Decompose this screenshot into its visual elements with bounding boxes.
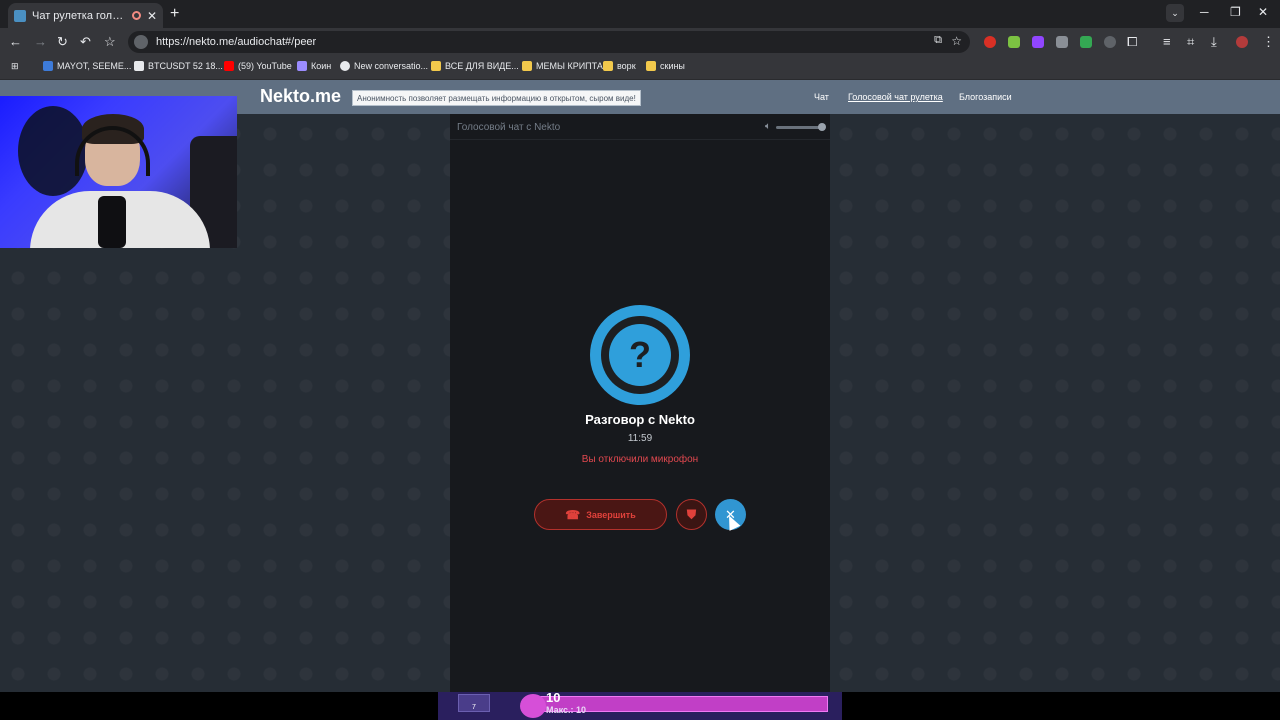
extension-twitch-icon[interactable] (1032, 36, 1044, 48)
bookmark-folder[interactable]: МЕМЫ КРИПТА (522, 61, 603, 71)
panel-title: Голосовой чат с Nekto (457, 122, 561, 133)
reload-icon[interactable]: ↻ (57, 34, 68, 50)
volume-icon[interactable]: 🔈︎ (765, 121, 771, 132)
folder-icon (603, 61, 613, 71)
volume-slider[interactable] (776, 126, 822, 129)
window-restore-button[interactable]: ❐ (1230, 5, 1241, 19)
game-card-number: 7 (472, 704, 476, 711)
extension-red-icon[interactable] (984, 36, 996, 48)
bookmark-folder[interactable]: скины (646, 61, 685, 71)
coin-icon (297, 61, 307, 71)
peer-avatar: ? (590, 305, 690, 405)
browser-tab[interactable]: Чат рулетка голосовая — ✕ (8, 3, 163, 28)
nav-link-chat[interactable]: Чат (814, 92, 829, 102)
forward-arrow-icon[interactable]: → (34, 34, 47, 49)
game-level: 10 (546, 690, 561, 705)
end-call-label: Завершить (586, 509, 636, 520)
window-close-button[interactable]: ✕ (1258, 5, 1268, 19)
conversation-title: Разговор с Nekto (585, 412, 695, 427)
bookmark-item[interactable]: (59) YouTube (224, 61, 292, 71)
tab-title: Чат рулетка голосовая — (32, 9, 126, 22)
voice-chat-panel: Голосовой чат с Nekto 🔈︎ ? Разговор с Ne… (450, 114, 830, 692)
bookmark-label: скины (660, 61, 685, 71)
undo-icon[interactable]: ↶ (80, 34, 91, 50)
browser-tab-bar: Чат рулетка голосовая — ✕ + ⌄ ─ ❐ ✕ (0, 0, 1280, 28)
game-max-label: Макс.: 10 (546, 705, 587, 715)
extension-dot-icon[interactable] (1104, 36, 1116, 48)
window-minimize-button[interactable]: ─ (1200, 5, 1209, 19)
bookmark-label: New conversatio... (354, 61, 429, 71)
bookmark-icon (43, 61, 53, 71)
bookmark-item[interactable]: Коин (297, 61, 331, 71)
elixir-orb-icon (520, 694, 546, 718)
chatgpt-icon (340, 61, 350, 71)
webcam-overlay (0, 96, 237, 248)
download-icon[interactable]: ⤓ (1211, 34, 1217, 50)
extension-gray-icon[interactable] (1056, 36, 1068, 48)
tab-search-button[interactable]: ⌄ (1166, 4, 1184, 22)
address-bar[interactable]: https://nekto.me/audiochat#/peer ⧉ ☆ (128, 31, 970, 53)
extension-on-icon[interactable] (1080, 36, 1092, 48)
menu-kebab-icon[interactable]: ⋮ (1262, 34, 1275, 50)
bookmark-label: Коин (311, 61, 332, 71)
extensions-puzzle-icon[interactable]: ⧠ (1127, 34, 1137, 50)
panel-header: Голосовой чат с Nekto 🔈︎ (450, 114, 830, 140)
bookmark-star-icon[interactable]: ☆ (104, 34, 116, 50)
site-favicon-icon (14, 9, 26, 22)
recording-indicator-icon (131, 11, 141, 20)
browser-toolbar: ← → ↻ ↶ ☆ https://nekto.me/audiochat#/pe… (0, 28, 1280, 56)
site-notice: Анонимность позволяет размещать информац… (352, 90, 641, 106)
crop-icon[interactable]: ⌗ (1187, 34, 1194, 50)
bookmark-label: ворк (617, 61, 636, 71)
game-overlay-bar: 7 10 Макс.: 10 (438, 690, 842, 720)
youtube-icon (224, 61, 234, 71)
bookmark-label: ВСЕ ДЛЯ ВИДЕ... (445, 61, 519, 71)
folder-icon (431, 61, 441, 71)
phone-hangup-icon: ☎ (565, 507, 581, 522)
bookmarks-bar: ⊞ MAYOT, SEEME... BTCUSDT 52 18... (59) … (0, 56, 1280, 80)
site-logo[interactable]: Nekto.me (260, 86, 341, 107)
tab-close-icon[interactable]: ✕ (147, 9, 157, 23)
call-timer: 11:59 (627, 433, 653, 444)
bookmark-folder[interactable]: ворк (603, 61, 636, 71)
bookmark-page-star-icon[interactable]: ☆ (951, 34, 962, 48)
nav-link-blog[interactable]: Блогозаписи (959, 92, 1012, 102)
new-tab-button[interactable]: + (170, 5, 179, 23)
avatar-ring: ? (601, 316, 679, 394)
bookmark-folder[interactable]: ВСЕ ДЛЯ ВИДЕ... (431, 61, 519, 71)
media-controls-icon[interactable]: ≡ (1163, 34, 1171, 49)
apps-grid-icon[interactable]: ⊞ (11, 61, 19, 72)
bookmark-item[interactable]: New conversatio... (340, 61, 428, 71)
folder-icon (522, 61, 532, 71)
report-button[interactable]: ⛊ (676, 499, 707, 530)
question-mark-icon: ? (609, 324, 671, 386)
back-arrow-icon[interactable]: ← (9, 34, 22, 49)
bookmark-label: BTCUSDT 52 18... (148, 61, 223, 71)
screen: Чат рулетка голосовая — ✕ + ⌄ ─ ❐ ✕ ← → … (0, 0, 1280, 720)
site-info-icon[interactable] (134, 35, 148, 49)
address-url[interactable]: https://nekto.me/audiochat#/peer (156, 36, 316, 48)
folder-icon (646, 61, 656, 71)
install-app-icon[interactable]: ⧉ (934, 34, 942, 47)
end-call-button[interactable]: ☎ Завершить (534, 499, 667, 530)
nav-link-voice-chat[interactable]: Голосовой чат рулетка (848, 92, 943, 102)
mic-status-text: Вы отключили микрофон (581, 454, 699, 465)
bookmark-label: МЕМЫ КРИПТА (536, 61, 603, 71)
volume-slider-handle[interactable] (818, 123, 826, 131)
shield-icon: ⛊ (686, 507, 697, 522)
bookmark-label: MAYOT, SEEME... (57, 61, 132, 71)
profile-avatar-icon[interactable] (1236, 36, 1248, 48)
bookmark-item[interactable]: MAYOT, SEEME... (43, 61, 131, 71)
extension-green-icon[interactable] (1008, 36, 1020, 48)
webcam-microphone (98, 196, 126, 248)
tradingview-icon (134, 61, 144, 71)
bookmark-item[interactable]: BTCUSDT 52 18... (134, 61, 223, 71)
bookmark-label: (59) YouTube (238, 61, 292, 71)
